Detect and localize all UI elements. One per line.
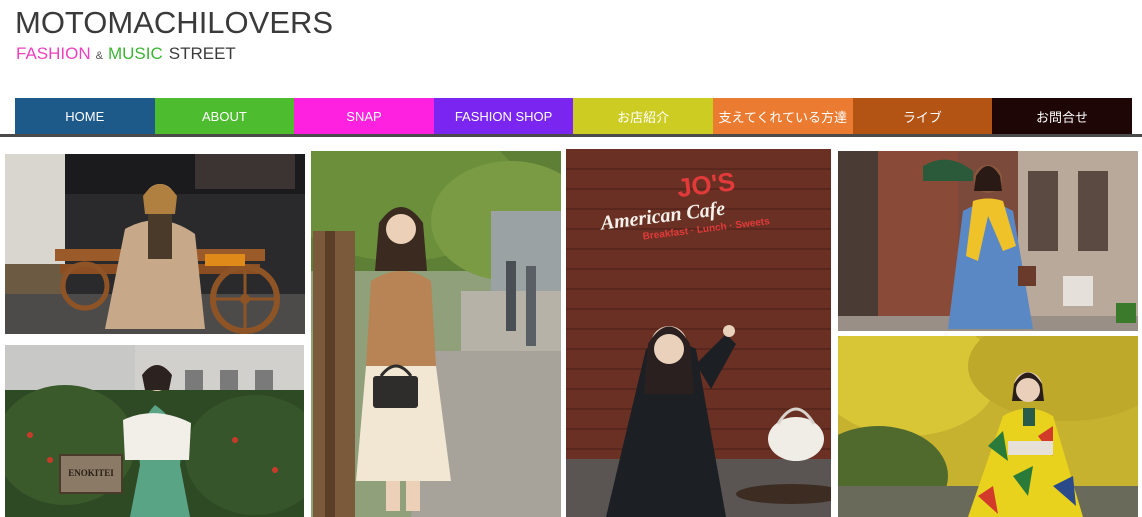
nav-item-snap[interactable]: SNAP: [294, 98, 434, 134]
tagline-music: MUSIC: [107, 44, 163, 63]
nav-item-fashion-shop[interactable]: FASHION SHOP: [433, 98, 574, 134]
restaurant-sign-text: ENOKITEI: [68, 468, 114, 478]
snap-photo-cafe[interactable]: JO'S American Cafe Breakfast · Lunch · S…: [566, 149, 831, 517]
tagline-street: STREET: [168, 44, 236, 63]
tagline-fashion: FASHION: [16, 44, 91, 63]
snap-photo-street-tree[interactable]: [311, 151, 561, 517]
site-logo[interactable]: MOTOMACHILOVERS: [15, 5, 333, 41]
site-tagline: FASHION & MUSIC STREET: [16, 43, 236, 67]
main-nav: HOME ABOUT SNAP FASHION SHOP お店紹介 支えてくれて…: [15, 98, 1132, 134]
snap-photo-blue-dress[interactable]: [838, 151, 1138, 331]
nav-divider: [0, 134, 1142, 137]
nav-item-live[interactable]: ライブ: [852, 98, 993, 134]
snap-photo-garden[interactable]: ENOKITEI: [5, 345, 304, 517]
nav-item-supporters[interactable]: 支えてくれている方達: [712, 98, 853, 134]
snap-photo-kimono[interactable]: [838, 336, 1138, 517]
tagline-amp: &: [95, 50, 103, 62]
nav-item-contact[interactable]: お問合せ: [992, 98, 1132, 134]
nav-item-about[interactable]: ABOUT: [154, 98, 295, 134]
snap-photo-bench[interactable]: [5, 154, 305, 334]
nav-item-shops[interactable]: お店紹介: [573, 98, 713, 134]
nav-item-home[interactable]: HOME: [15, 98, 155, 134]
